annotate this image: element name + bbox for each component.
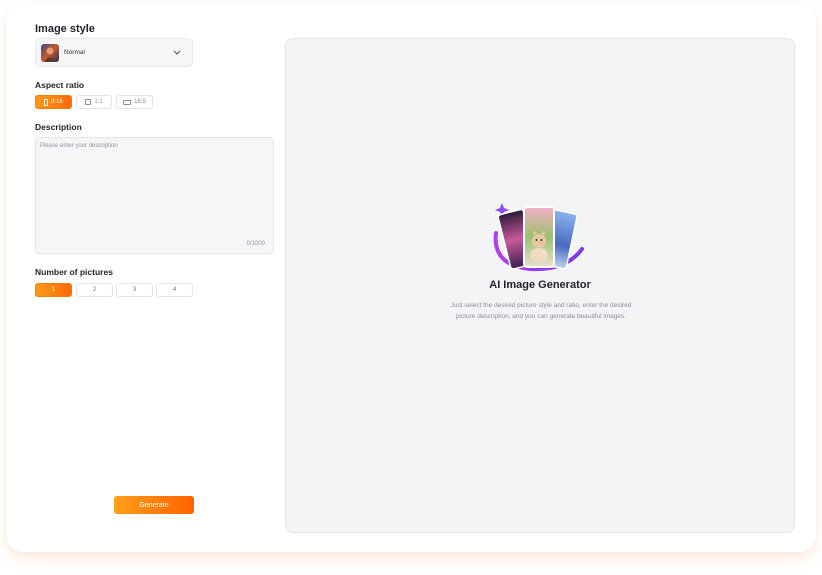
- description-heading: Description: [35, 122, 82, 132]
- style-thumbnail-icon: [41, 43, 59, 62]
- character-counter: 0/1000: [246, 241, 265, 247]
- description-box: 0/1000: [35, 137, 274, 254]
- picture-count-4[interactable]: 4: [156, 283, 193, 297]
- generate-button[interactable]: Generate: [114, 496, 194, 514]
- ratio-label: 16:9: [134, 99, 146, 105]
- preview-title: AI Image Generator: [489, 279, 591, 291]
- chevron-down-icon: [170, 50, 184, 55]
- description-input[interactable]: [36, 138, 273, 253]
- picture-count-1[interactable]: 1: [35, 283, 72, 297]
- image-style-select[interactable]: Normal: [35, 38, 193, 67]
- picture-count-3[interactable]: 3: [116, 283, 153, 297]
- image-style-value: Normal: [64, 49, 85, 56]
- picture-count-2[interactable]: 2: [76, 283, 113, 297]
- square-icon: [85, 99, 92, 105]
- ratio-option-9-16[interactable]: 9:16: [35, 95, 72, 109]
- preview-description: Just select the desired picture style an…: [450, 302, 632, 320]
- portrait-icon: [44, 98, 49, 106]
- preview-panel: AI Image Generator Just select the desir…: [285, 38, 795, 533]
- aspect-ratio-heading: Aspect ratio: [35, 80, 85, 90]
- ai-image-cards-illustration-icon: [490, 203, 586, 275]
- number-of-pictures-heading: Number of pictures: [35, 267, 113, 277]
- image-style-heading: Image style: [35, 23, 95, 35]
- landscape-icon: [123, 99, 132, 105]
- ratio-label: 9:16: [51, 99, 63, 105]
- ratio-option-16-9[interactable]: 16:9: [116, 95, 153, 109]
- ratio-option-1-1[interactable]: 1:1: [76, 95, 112, 109]
- ratio-label: 1:1: [94, 99, 103, 105]
